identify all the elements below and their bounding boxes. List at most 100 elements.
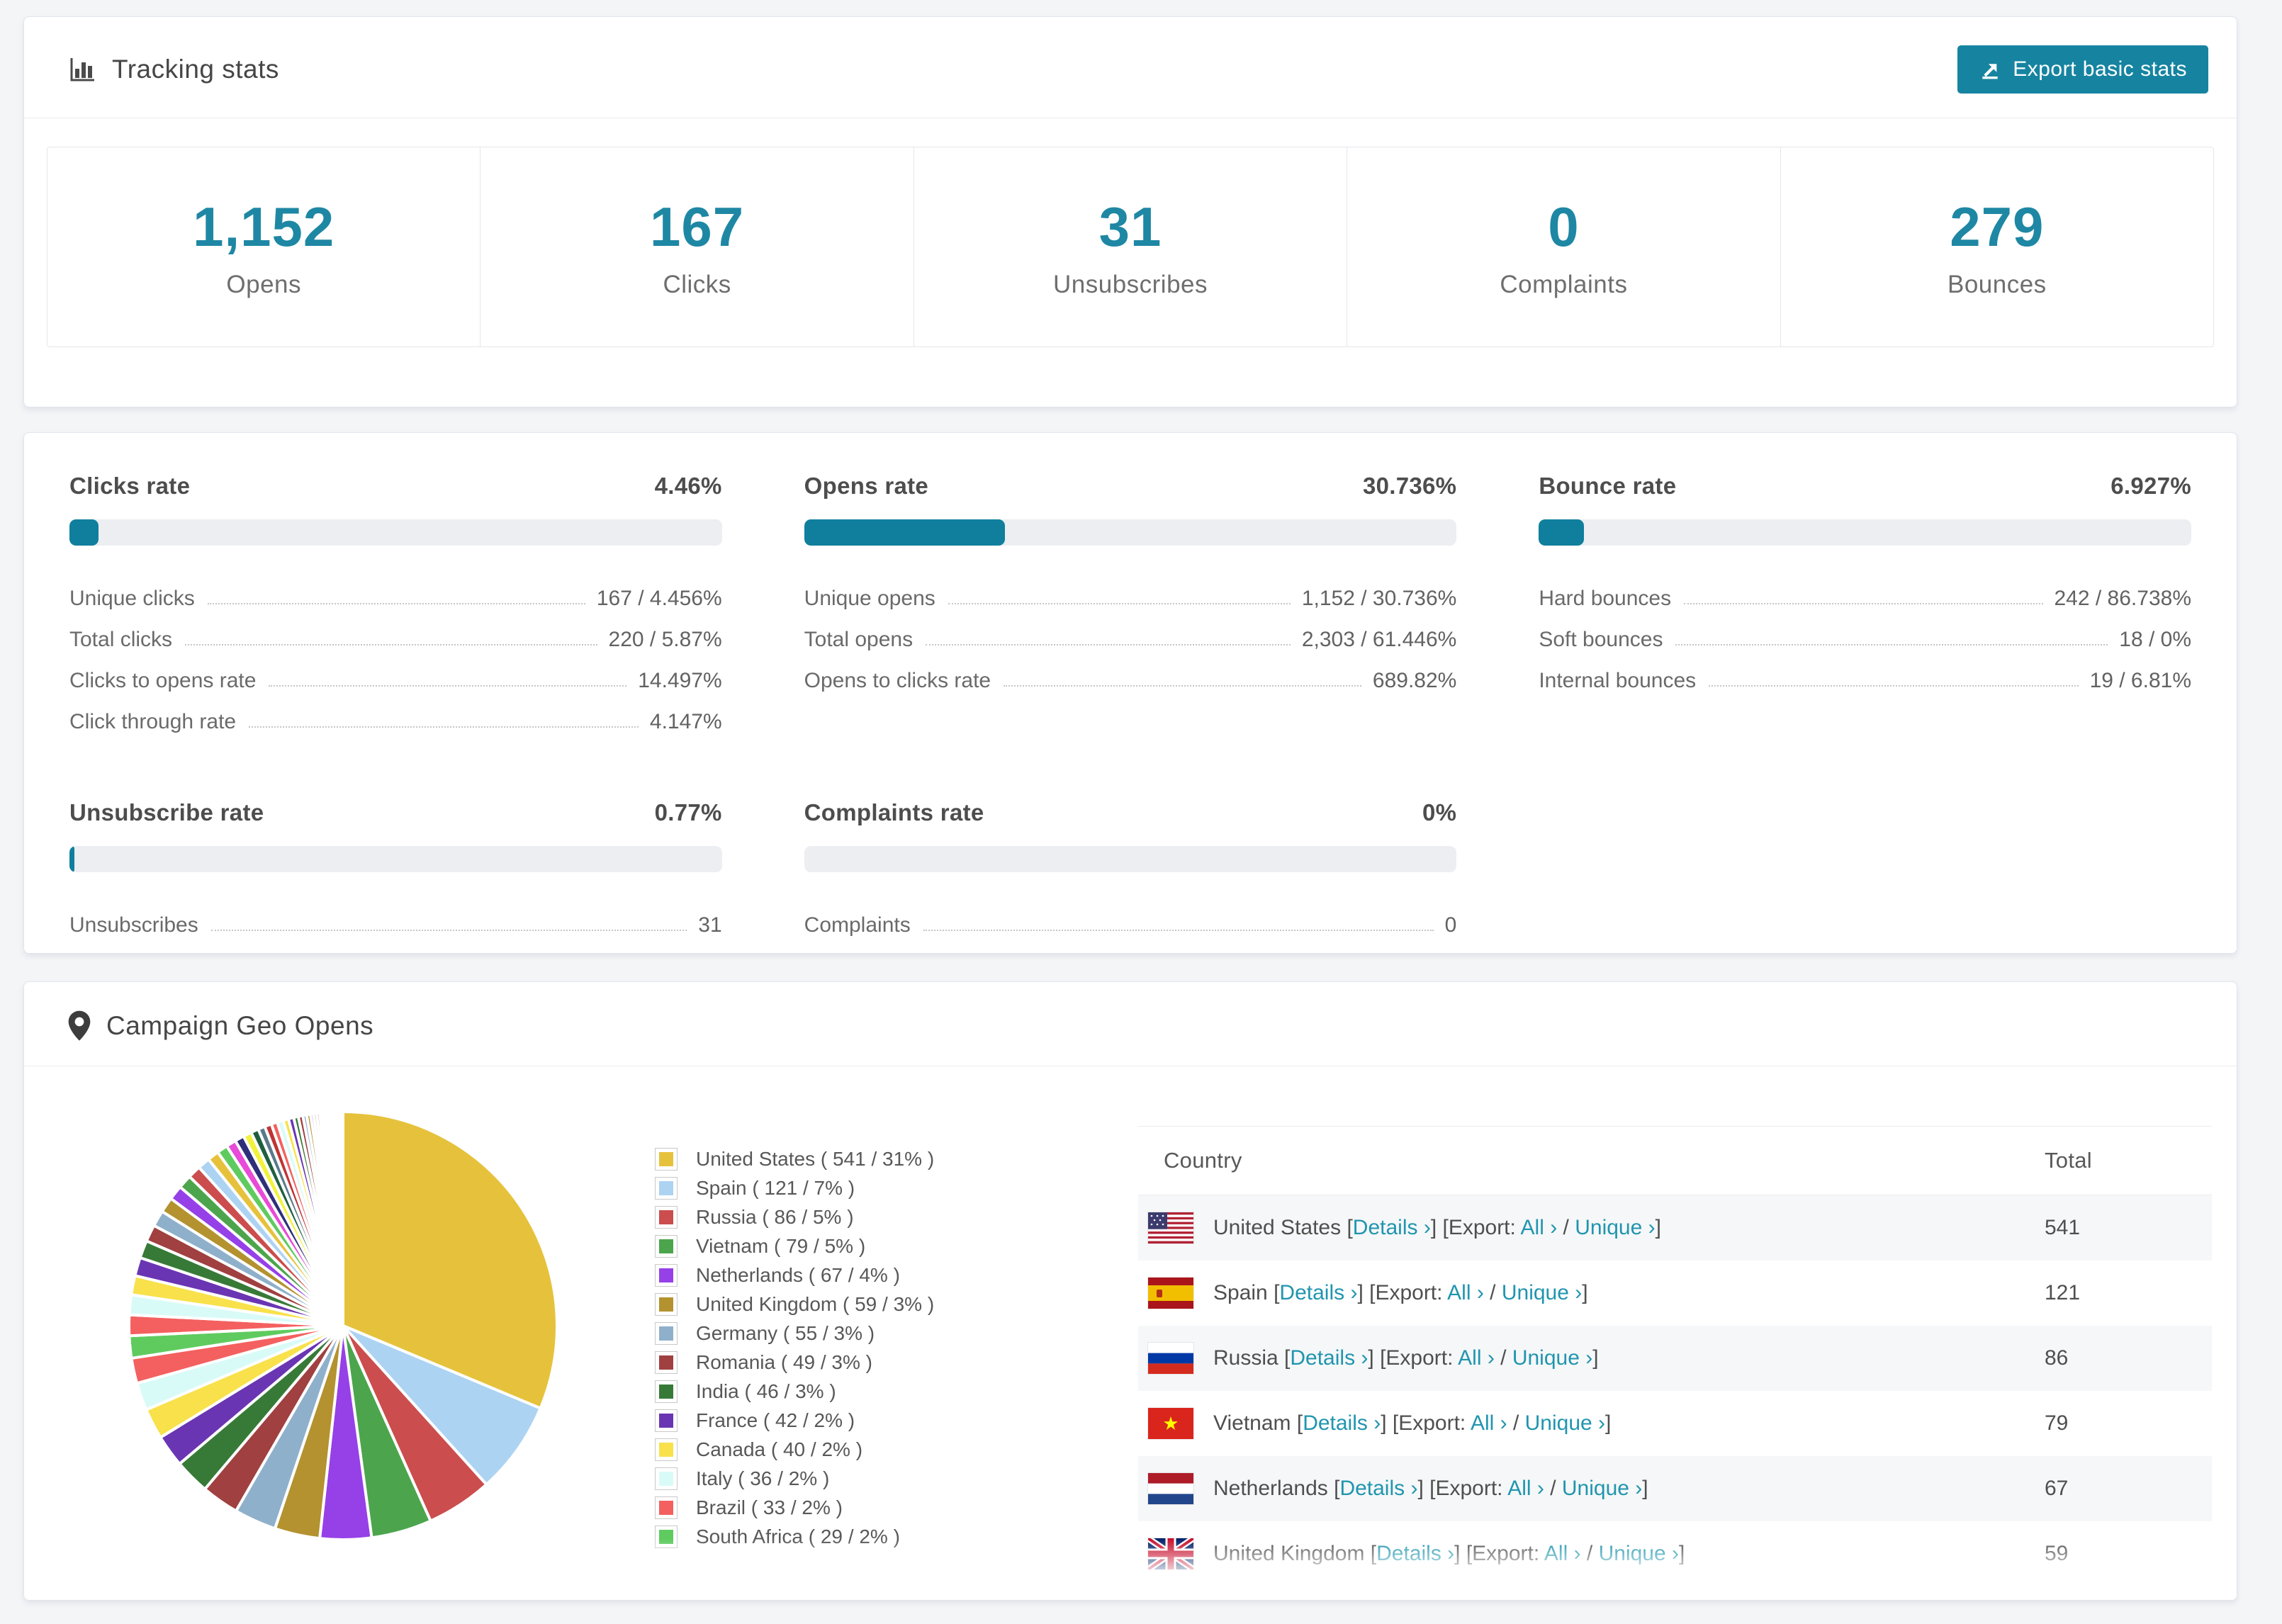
country-cell-text: United States [Details ›] [Export: All ›… [1213, 1216, 1661, 1239]
geo-table-row-de: Germany [Details ›] [Export: All › / Uni… [1138, 1586, 2212, 1600]
country-name: Vietnam [1213, 1411, 1291, 1435]
country-cell-text: Netherlands [Details ›] [Export: All › /… [1213, 1477, 1648, 1500]
legend-label: Canada ( 40 / 2% ) [696, 1438, 863, 1460]
country-name: Spain [1213, 1281, 1268, 1304]
details-link[interactable]: Details › [1303, 1411, 1381, 1435]
export-unique-link[interactable]: Unique › [1599, 1542, 1679, 1565]
legend-swatch [655, 1525, 678, 1548]
export-unique-link[interactable]: Unique › [1575, 1216, 1655, 1239]
geo-table-row-gb: United Kingdom [Details ›] [Export: All … [1138, 1521, 2212, 1586]
export-all-link[interactable]: All › [1544, 1542, 1581, 1565]
dotted-leader [1709, 685, 2079, 687]
rate-row: Internal bounces 19 / 6.81% [1539, 652, 2191, 693]
export-all-link[interactable]: All › [1447, 1281, 1484, 1304]
tracking-stats-card: Tracking stats Export basic stats 1,152 … [23, 16, 2237, 407]
country-total: 79 [2045, 1411, 2069, 1435]
geo-title-text: Campaign Geo Opens [106, 1011, 374, 1040]
stat-label: Unsubscribes [1052, 271, 1208, 298]
rate-row-value: 31 [698, 913, 722, 937]
rate-row: Unique clicks 167 / 4.456% [69, 570, 722, 611]
rate-row-value: 14.497% [638, 669, 722, 692]
legend-label: United Kingdom ( 59 / 3% ) [696, 1292, 935, 1315]
dotted-leader [926, 644, 1291, 645]
details-link[interactable]: Details › [1339, 1477, 1417, 1500]
legend-label: South Africa ( 29 / 2% ) [696, 1525, 900, 1547]
legend-label: Netherlands ( 67 / 4% ) [696, 1263, 900, 1286]
rate-row: Clicks to opens rate 14.497% [69, 652, 722, 693]
tracking-stats-header: Tracking stats Export basic stats [24, 17, 2237, 118]
legend-item: South Africa ( 29 / 2% ) [655, 1522, 1059, 1551]
stat-cell-clicks: 167 Clicks [480, 147, 914, 346]
legend-item: Romania ( 49 / 3% ) [655, 1348, 1059, 1377]
legend-swatch [655, 1234, 678, 1258]
country-name: United Kingdom [1213, 1542, 1365, 1565]
stats-strip: 1,152 Opens 167 Clicks 31 Unsubscribes 0 Co… [47, 147, 2214, 347]
rate-block-complaints-rate: Complaints rate 0% Complaints 0 [804, 799, 1457, 937]
legend-label: Spain ( 121 / 7% ) [696, 1176, 855, 1199]
dotted-leader [923, 930, 1434, 931]
flag-icon-nl [1148, 1473, 1193, 1504]
details-link[interactable]: Details › [1290, 1346, 1368, 1370]
export-button-label: Export basic stats [2013, 57, 2187, 81]
geo-table-row-nl: Netherlands [Details ›] [Export: All › /… [1138, 1456, 2212, 1521]
rate-row-label: Total clicks [69, 628, 173, 651]
geo-table-row-es: Spain [Details ›] [Export: All › / Uniqu… [1138, 1261, 2212, 1326]
rate-title: Clicks rate [69, 473, 191, 499]
rate-title: Complaints rate [804, 799, 984, 825]
legend-item: Vietnam ( 79 / 5% ) [655, 1231, 1059, 1261]
export-unique-link[interactable]: Unique › [1562, 1477, 1642, 1500]
stat-value: 31 [1098, 196, 1162, 258]
legend-item: France ( 42 / 2% ) [655, 1406, 1059, 1435]
rate-row-label: Internal bounces [1539, 669, 1697, 692]
rate-row: Total opens 2,303 / 61.446% [804, 611, 1457, 652]
export-basic-stats-button[interactable]: Export basic stats [1957, 45, 2208, 94]
legend-item: India ( 46 / 3% ) [655, 1377, 1059, 1406]
rate-row-value: 689.82% [1372, 669, 1457, 692]
stat-label: Bounces [1947, 271, 2047, 298]
legend-label: Germany ( 55 / 3% ) [696, 1321, 875, 1344]
export-unique-link[interactable]: Unique › [1512, 1346, 1592, 1370]
campaign-geo-opens-card: Campaign Geo Opens United States ( 541 /… [23, 981, 2237, 1601]
rate-head: Complaints rate 0% [804, 799, 1457, 826]
export-unique-link[interactable]: Unique › [1502, 1281, 1582, 1304]
details-link[interactable]: Details › [1376, 1542, 1454, 1565]
progress-bar [804, 846, 1457, 872]
details-link[interactable]: Details › [1279, 1281, 1357, 1304]
stat-cell-complaints: 0 Complaints [1347, 147, 1781, 346]
legend-label: Russia ( 86 / 5% ) [696, 1205, 854, 1228]
country-name: United States [1213, 1216, 1342, 1239]
legend-swatch [655, 1380, 678, 1403]
export-all-link[interactable]: All › [1458, 1346, 1495, 1370]
rate-block-bounce-rate: Bounce rate 6.927% Hard bounces 242 / 86… [1539, 473, 2191, 734]
rate-row: Click through rate 4.147% [69, 693, 722, 734]
details-link[interactable]: Details › [1353, 1216, 1431, 1239]
export-all-link[interactable]: All › [1521, 1216, 1558, 1239]
legend-label: France ( 42 / 2% ) [696, 1409, 855, 1431]
progress-bar [804, 519, 1457, 546]
legend-swatch [655, 1147, 678, 1171]
country-cell-text: Spain [Details ›] [Export: All › / Uniqu… [1213, 1281, 1588, 1304]
rate-row: Hard bounces 242 / 86.738% [1539, 570, 2191, 611]
bar-chart-icon [68, 55, 96, 84]
legend-label: United States ( 541 / 31% ) [696, 1147, 935, 1170]
geo-header: Campaign Geo Opens [24, 982, 2237, 1066]
rate-row-value: 0 [1444, 913, 1457, 937]
rate-row-label: Total opens [804, 628, 914, 651]
country-name: Russia [1213, 1346, 1278, 1370]
flag-icon-ru [1148, 1343, 1193, 1374]
country-total [2035, 1586, 2212, 1600]
country-cell-text: Vietnam [Details ›] [Export: All › / Uni… [1213, 1411, 1612, 1435]
export-icon [1979, 58, 2001, 81]
tracking-stats-title: Tracking stats [68, 55, 279, 84]
country-name: Netherlands [1213, 1477, 1328, 1500]
export-all-link[interactable]: All › [1471, 1411, 1507, 1435]
rate-row-value: 167 / 4.456% [596, 587, 722, 610]
dotted-leader [1004, 685, 1361, 687]
geo-title: Campaign Geo Opens [68, 1010, 373, 1042]
progress-bar-fill [69, 846, 75, 872]
stat-label: Complaints [1500, 271, 1628, 298]
rate-head: Clicks rate 4.46% [69, 473, 722, 500]
progress-bar [1539, 519, 2191, 546]
export-all-link[interactable]: All › [1507, 1477, 1544, 1500]
export-unique-link[interactable]: Unique › [1525, 1411, 1605, 1435]
